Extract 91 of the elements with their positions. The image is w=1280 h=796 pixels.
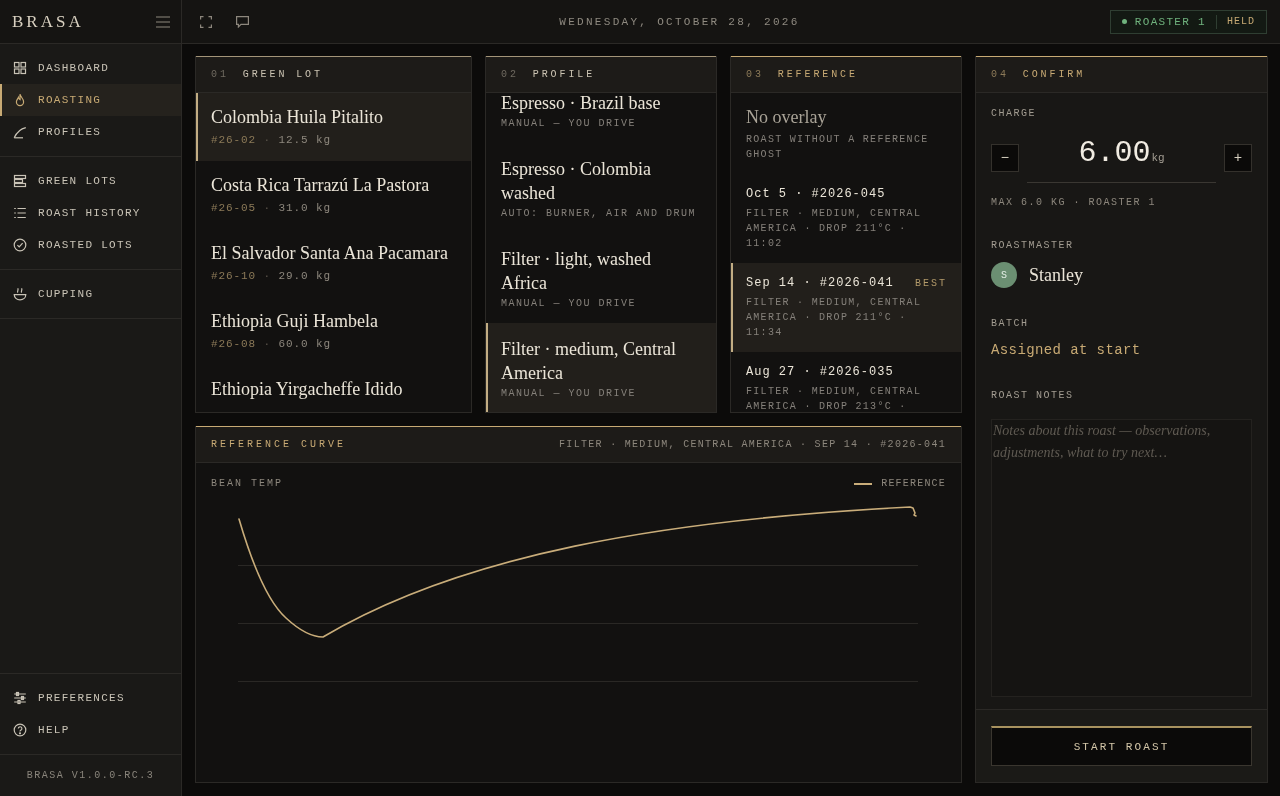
chat-bubble-icon[interactable] [236, 15, 249, 28]
reference-title: No overlay [746, 106, 827, 129]
check-circle-icon [13, 238, 27, 252]
reference-option[interactable]: Sep 14 · #2026-041 BEST FILTER · MEDIUM, CENTRAL AMERICA · DROP 211°C · 11:34 [731, 263, 961, 352]
flame-icon [13, 93, 27, 107]
lot-row[interactable]: El Salvador Santa Ana Pacamara #26-10 · 29.0 kg [196, 229, 471, 297]
panel-title: PROFILE [532, 67, 596, 82]
legend-line-icon [854, 483, 873, 485]
profile-row[interactable]: Espresso · Brazil base MANUAL — YOU DRIVE [486, 93, 716, 143]
field-label: BATCH [991, 317, 1029, 331]
sliders-icon [13, 691, 27, 705]
lot-meta: #26-10 · 29.0 kg [211, 269, 333, 283]
nav-item[interactable]: CUPPING [0, 278, 181, 310]
lot-row[interactable]: Ethiopia Guji Hambela #26-08 · 60.0 kg [196, 297, 471, 365]
axis-label: BEAN TEMP [211, 477, 283, 491]
field-label: ROASTMASTER [991, 239, 1074, 253]
profile-row[interactable]: Filter · light, washed Africa MANUAL — YOU DRIVE [486, 233, 716, 323]
avatar: S [991, 262, 1017, 288]
panel-title: REFERENCE [777, 67, 858, 82]
reference-title: Oct 5 · #2026-045 [746, 186, 886, 202]
roastmaster-name: Stanley [1029, 264, 1083, 287]
date-label: WEDNESDAY, OCTOBER 28, 2026 [558, 14, 801, 29]
reference-option[interactable]: Oct 5 · #2026-045 FILTER · MEDIUM, CENTRAL AMERICA · DROP 211°C · 11:02 [731, 174, 961, 263]
nav-item[interactable]: ROASTING [0, 84, 181, 116]
profile-name: Espresso · Colombia washed [501, 158, 652, 205]
reference-option[interactable]: No overlay ROAST WITHOUT A REFERENCE GHOST [731, 93, 961, 174]
increase-button[interactable]: + [1224, 144, 1252, 172]
reference-title: Sep 14 · #2026-041 [746, 275, 894, 291]
panel-title: CONFIRM [1022, 67, 1086, 82]
status-dot-icon [1121, 19, 1127, 24]
reference-option[interactable]: Aug 27 · #2026-035 FILTER · MEDIUM, CENTRAL AMERICA · DROP 213°C · [731, 352, 961, 412]
notes-field[interactable]: Notes about this roast — observations, adjustments, what to try next… [991, 419, 1252, 697]
step-number: 02 [501, 67, 519, 82]
reference-title: Aug 27 · #2026-035 [746, 364, 894, 380]
nav-item[interactable]: GREEN LOTS [0, 165, 181, 197]
lot-name: El Salvador Santa Ana Pacamara [211, 242, 449, 265]
start-roast-button[interactable]: START ROAST [991, 726, 1252, 766]
panel-title: GREEN LOT [242, 67, 323, 82]
profile-name: Filter · medium, Central America [501, 338, 677, 385]
reference-detail: FILTER · MEDIUM, CENTRAL AMERICA · DROP 213°C · [746, 385, 923, 412]
lot-name: Ethiopia Guji Hambela [211, 310, 379, 333]
field-label: ROAST NOTES [991, 389, 1074, 403]
stacked-bars-icon [13, 174, 27, 188]
profile-mode: MANUAL — YOU DRIVE [501, 387, 638, 401]
nav-item[interactable]: ROAST HISTORY [0, 197, 181, 229]
profile-row[interactable]: Espresso · Colombia washed AUTO: BURNER, AIR AND DRUM [486, 143, 716, 233]
step-number: 03 [746, 67, 764, 82]
lot-name: Ethiopia Yirgacheffe Idido [211, 378, 404, 401]
lot-name: Costa Rica Tarrazú La Pastora [211, 174, 431, 197]
charge-field[interactable]: 6.00 kg [1027, 133, 1216, 183]
nav-item[interactable]: ROASTED LOTS [0, 229, 181, 261]
bowl-icon [13, 287, 27, 301]
nav-item[interactable]: HELP [0, 714, 181, 746]
roaster-name: ROASTER 1 [1134, 14, 1206, 29]
help-icon [13, 723, 27, 737]
batch-value: Assigned at start [991, 341, 1141, 359]
lot-meta: #26-02 · 12.5 kg [211, 133, 333, 147]
profile-name: Filter · light, washed Africa [501, 248, 652, 295]
lot-row[interactable]: Costa Rica Tarrazú La Pastora #26-05 · 31.0 kg [196, 161, 471, 229]
list-icon [13, 206, 27, 220]
lot-row[interactable]: Ethiopia Yirgacheffe Idido [196, 365, 471, 412]
fullscreen-icon[interactable] [200, 15, 212, 28]
nav-item[interactable]: DASHBOARD [0, 52, 181, 84]
step-number: 04 [991, 67, 1009, 82]
curve-source: FILTER · MEDIUM, CENTRAL AMERICA · SEP 14 · #2026-041 [559, 437, 946, 452]
lot-meta: #26-05 · 31.0 kg [211, 201, 333, 215]
reference-detail: FILTER · MEDIUM, CENTRAL AMERICA · DROP 211°C · 11:34 [746, 296, 923, 340]
lot-meta: #26-08 · 60.0 kg [211, 337, 333, 351]
profile-mode: MANUAL — YOU DRIVE [501, 117, 638, 131]
version-label: BRASA V1.0.0-RC.3 [26, 768, 155, 783]
step-number: 01 [211, 67, 229, 82]
nav-item[interactable]: PREFERENCES [0, 682, 181, 714]
profile-mode: MANUAL — YOU DRIVE [501, 297, 638, 311]
charge-limit: MAX 6.0 KG · ROASTER 1 [991, 196, 1157, 210]
grid-icon [13, 61, 27, 75]
brand-logo: BRASA [12, 11, 84, 32]
curve-icon [13, 125, 27, 139]
nav-item[interactable]: PROFILES [0, 116, 181, 148]
lot-name: Colombia Huila Pitalito [211, 106, 384, 129]
lot-row[interactable]: Colombia Huila Pitalito #26-02 · 12.5 kg [196, 93, 471, 161]
profile-mode: AUTO: BURNER, AIR AND DRUM [501, 207, 698, 221]
reference-detail: FILTER · MEDIUM, CENTRAL AMERICA · DROP 211°C · 11:02 [746, 207, 923, 251]
profile-name: Espresso · Brazil base [501, 93, 662, 115]
roaster-state: HELD [1227, 14, 1255, 29]
decrease-button[interactable]: − [991, 144, 1019, 172]
reference-detail: ROAST WITHOUT A REFERENCE GHOST [746, 133, 930, 162]
legend-label: REFERENCE [881, 477, 946, 491]
best-label: BEST [915, 277, 947, 291]
profile-row[interactable]: Filter · medium, Central America MANUAL — YOU DRIVE [486, 323, 716, 412]
panel-title: REFERENCE CURVE [211, 437, 346, 452]
field-label: CHARGE [991, 107, 1036, 121]
